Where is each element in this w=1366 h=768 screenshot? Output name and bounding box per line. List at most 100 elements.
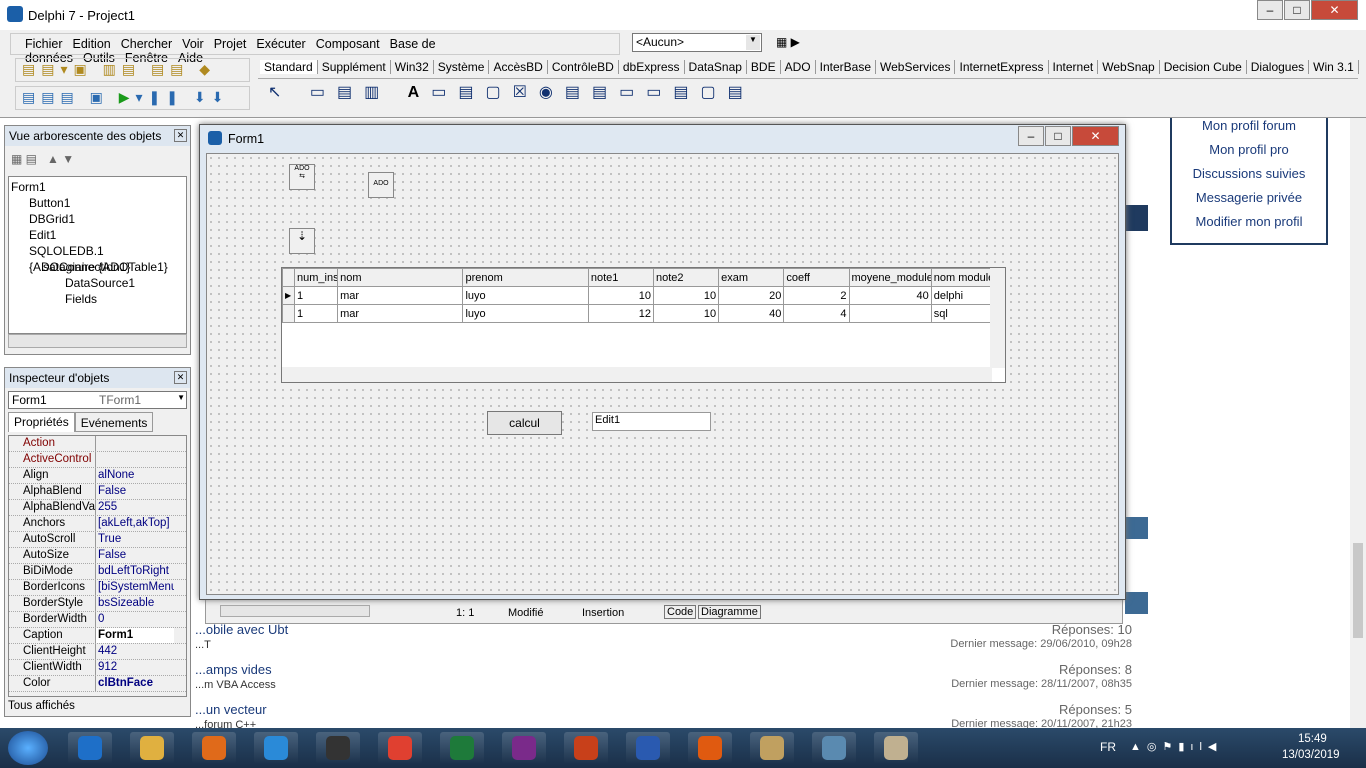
palette-tab[interactable]: InternetExpress	[955, 60, 1049, 74]
property-row[interactable]: BorderIcons [biSystemMenu	[9, 580, 186, 596]
taskbar-powerpoint-icon[interactable]	[564, 732, 608, 764]
palette-tab[interactable]: Internet	[1049, 60, 1099, 74]
palette-tab[interactable]: InterBase	[816, 60, 876, 74]
menu-0[interactable]: Fichier	[25, 37, 63, 51]
tree-item[interactable]: Button1	[11, 195, 184, 211]
minimize-button[interactable]: –	[1257, 0, 1283, 20]
tree-item[interactable]: Form1	[11, 179, 184, 195]
grid-cell[interactable]: luyo	[462, 286, 589, 305]
column-header[interactable]: nom module	[930, 268, 993, 287]
tab-code[interactable]: Code	[664, 605, 697, 619]
property-row[interactable]: AutoScroll True	[9, 532, 186, 548]
property-value[interactable]: alNone	[96, 468, 174, 483]
edit1-field[interactable]: Edit1	[592, 412, 711, 431]
taskbar-firefox-icon[interactable]	[688, 732, 732, 764]
menu-2[interactable]: Chercher	[121, 37, 172, 51]
property-row[interactable]: Anchors [akLeft,akTop]	[9, 516, 186, 532]
grid-cell[interactable]: 1	[294, 286, 339, 305]
clock-time[interactable]: 15:49	[1298, 733, 1327, 745]
link-profile-forum[interactable]: Mon profil forum	[1172, 118, 1326, 142]
palette-tab[interactable]: DataSnap	[685, 60, 747, 74]
link-profile-pro[interactable]: Mon profil pro	[1172, 142, 1326, 166]
grid-cell[interactable]: 10	[652, 304, 720, 323]
browser-scrollbar[interactable]	[1350, 118, 1366, 728]
property-row[interactable]: Action	[9, 436, 186, 452]
property-value[interactable]: False	[96, 548, 174, 563]
language-indicator[interactable]: FR	[1100, 740, 1116, 754]
datasource-component[interactable]: ⇣	[289, 228, 315, 254]
property-value[interactable]: clBtnFace	[96, 676, 174, 691]
menu-1[interactable]: Edition	[73, 37, 111, 51]
taskbar-app-icon[interactable]	[254, 732, 298, 764]
property-row[interactable]: AlphaBlend False	[9, 484, 186, 500]
tree-toolbar[interactable]: ▦ ▤ ▲ ▼	[5, 146, 190, 176]
column-header[interactable]: note2	[652, 268, 720, 287]
property-value[interactable]: Form1	[96, 628, 174, 643]
property-value[interactable]: 255	[96, 500, 174, 515]
taskbar-calculator-icon[interactable]	[812, 732, 856, 764]
grid-cell[interactable]: 1	[294, 304, 339, 323]
forum-topic[interactable]: ...amps vides ...m VBA Access Réponses: 8D…	[195, 662, 1140, 702]
grid-cell[interactable]	[848, 304, 932, 323]
grid-cell[interactable]: luyo	[462, 304, 589, 323]
property-row[interactable]: AlphaBlendValue255	[9, 500, 186, 516]
palette-tab[interactable]: Win 3.1	[1309, 60, 1359, 74]
debug-toolbar[interactable]: ▤▤▤ ▣ ▶▾❚❚ ⬇⬇	[15, 86, 250, 110]
tree-item[interactable]: SQLOLEDB.1 {ADOConnection1}	[11, 243, 184, 274]
palette-tab[interactable]: Win32	[391, 60, 434, 74]
menu-6[interactable]: Composant	[316, 37, 380, 51]
tree-item[interactable]: DBGrid1	[11, 211, 184, 227]
table-row[interactable]: ▶ 1 mar luyo 10 10 20 2 40 delphi	[281, 286, 993, 305]
tab-events[interactable]: Evénements	[74, 412, 154, 432]
property-value[interactable]	[96, 452, 174, 467]
file-toolbar[interactable]: ▤▤▾▣ ▥▤ ▤▤ ◆	[15, 58, 250, 82]
taskbar-explorer-icon[interactable]	[130, 732, 174, 764]
property-row[interactable]: ActiveControl	[9, 452, 186, 468]
menu-5[interactable]: Exécuter	[256, 37, 305, 51]
property-value[interactable]: [akLeft,akTop]	[96, 516, 174, 531]
close-icon[interactable]: ✕	[174, 371, 187, 384]
object-selector[interactable]: Form1 TForm1 ▼	[8, 391, 187, 409]
tree-item[interactable]: Fields	[11, 291, 184, 307]
column-header[interactable]: num_ins	[294, 268, 339, 287]
maximize-button[interactable]: □	[1284, 0, 1310, 20]
taskbar-media-player-icon[interactable]	[192, 732, 236, 764]
grid-cell[interactable]: 12	[587, 304, 655, 323]
start-button[interactable]	[8, 731, 48, 765]
palette-tab[interactable]: Système	[434, 60, 490, 74]
link-followed[interactable]: Discussions suivies	[1172, 166, 1326, 190]
palette-tab[interactable]: Standard	[260, 60, 318, 74]
property-value[interactable]: bdLeftToRight	[96, 564, 174, 579]
property-row[interactable]: Caption Form1	[9, 628, 186, 644]
column-header[interactable]: exam	[718, 268, 785, 287]
desktop-combo[interactable]: <Aucun> ▼	[632, 33, 762, 52]
grid-vertical-scrollbar[interactable]	[990, 268, 1005, 368]
calcul-button[interactable]: calcul	[487, 411, 562, 435]
property-row[interactable]: BorderStyle bsSizeable	[9, 596, 186, 612]
grid-cell[interactable]: mar	[337, 286, 464, 305]
close-button[interactable]: ✕	[1311, 0, 1358, 20]
dbgrid[interactable]: num_ins nom prenom note1 note2 exam coeff moyen…	[281, 267, 1006, 383]
grid-cell[interactable]: 4	[783, 304, 850, 323]
close-icon[interactable]: ✕	[174, 129, 187, 142]
property-row[interactable]: BiDiMode bdLeftToRight	[9, 564, 186, 580]
column-header[interactable]: prenom	[462, 268, 589, 287]
desktop-save-icons[interactable]: ▦ ▶	[776, 35, 816, 51]
grid-cell[interactable]: sql	[930, 304, 993, 323]
tree-scrollbar[interactable]	[8, 334, 187, 348]
menu-4[interactable]: Projet	[214, 37, 247, 51]
palette-tab[interactable]: Dialogues	[1247, 60, 1310, 74]
column-header[interactable]: note1	[587, 268, 655, 287]
link-edit-profile[interactable]: Modifier mon profil	[1172, 214, 1326, 238]
taskbar-paint-icon[interactable]	[874, 732, 918, 764]
taskbar-ie-icon[interactable]	[68, 732, 112, 764]
property-value[interactable]: 912	[96, 660, 174, 675]
grid-cell[interactable]: 10	[652, 286, 720, 305]
property-row[interactable]: ClientHeight 442	[9, 644, 186, 660]
clock-date[interactable]: 13/03/2019	[1282, 749, 1340, 761]
palette-tab[interactable]: ADO	[781, 60, 816, 74]
property-row[interactable]: Align alNone	[9, 468, 186, 484]
column-header[interactable]: moyene_module	[848, 268, 932, 287]
property-value[interactable]: 442	[96, 644, 174, 659]
taskbar-onenote-icon[interactable]	[502, 732, 546, 764]
